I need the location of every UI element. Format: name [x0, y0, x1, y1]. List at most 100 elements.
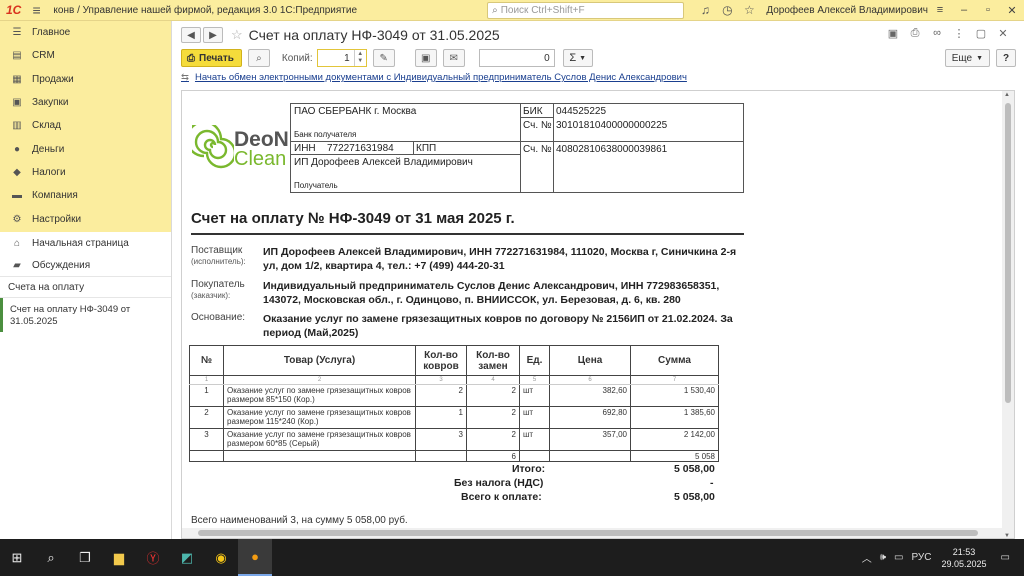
- forward-button[interactable]: ▶: [203, 27, 223, 43]
- envelope-icon: ✉: [449, 52, 458, 64]
- supplier-block: Поставщик (исполнитель): ИП Дорофеев Алек…: [191, 245, 751, 275]
- sidebar-item-warehouse[interactable]: ▥ Склад: [0, 114, 171, 137]
- spin-arrows-icon[interactable]: ▲ ▼: [353, 50, 366, 66]
- magnifier-icon: ⌕: [256, 52, 262, 64]
- sidebar-item-money[interactable]: ● Деньги: [0, 137, 171, 160]
- table-row[interactable]: 2 Оказание услуг по замене грязезащитных…: [189, 406, 719, 429]
- back-button[interactable]: ◀: [181, 27, 201, 43]
- notifications-icon[interactable]: ▭: [1001, 552, 1010, 563]
- favorite-star-icon[interactable]: ☆: [231, 27, 243, 43]
- sidebar-item-main[interactable]: ☰ Главное: [0, 21, 171, 44]
- chat-icon: ▰: [13, 259, 21, 271]
- inn-label: ИНН: [294, 143, 316, 154]
- yandex-browser-icon[interactable]: Ⓨ: [136, 539, 170, 576]
- total-label: Итого:: [512, 463, 546, 475]
- more-button[interactable]: Еще ▼: [944, 49, 990, 67]
- minimize-icon[interactable]: –: [952, 4, 976, 17]
- recipient-acc-label: Сч. №: [523, 144, 552, 155]
- to-pay-label: Всего к оплате:: [461, 491, 542, 503]
- task-view-icon[interactable]: ❐: [68, 539, 102, 576]
- recipient-name: ИП Дорофеев Алексей Владимирович: [294, 157, 473, 168]
- sidebar-item-sales[interactable]: ▦ Продажи: [0, 68, 171, 91]
- exchange-icon: ⇆: [181, 72, 189, 83]
- user-settings-icon[interactable]: ≡: [928, 4, 952, 17]
- global-search-input[interactable]: ⌕ Поиск Ctrl+Shift+F: [487, 1, 685, 19]
- sidebar-item-settings[interactable]: ⚙ Настройки: [0, 207, 171, 230]
- money-icon: ●: [13, 143, 21, 155]
- save-icon[interactable]: ▣: [882, 27, 904, 40]
- sidebar-item-purchases[interactable]: ▣ Закупки: [0, 91, 171, 114]
- main-menu-icon[interactable]: ≡: [26, 2, 48, 18]
- table-row[interactable]: 3 Оказание услуг по замене грязезащитных…: [189, 428, 719, 451]
- edit-button[interactable]: ✎: [372, 49, 395, 67]
- bank-caption: Банк получателя: [294, 130, 357, 139]
- sidebar-open-windows: ⌂ Начальная страница ▰ Обсуждения Счета на…: [0, 232, 171, 539]
- spreadsheet-document[interactable]: DeoN Clean ПАО СБЕРБАНК г. Москва Банк п…: [181, 90, 1015, 539]
- floppy-icon: ▣: [420, 52, 431, 64]
- recipient-caption: Получатель: [294, 181, 338, 190]
- arrow-right-icon: ▶: [209, 29, 217, 41]
- horizontal-scrollbar[interactable]: [182, 528, 1004, 538]
- sidebar-item-company[interactable]: ▬ Компания: [0, 184, 171, 207]
- help-button[interactable]: ?: [996, 49, 1016, 67]
- sum-dropdown[interactable]: Σ ▼: [562, 49, 593, 67]
- sidebar-item-crm[interactable]: ▤ CRM: [0, 44, 171, 67]
- sum-field[interactable]: 0: [478, 49, 555, 67]
- onec-active-window-icon[interactable]: ●: [238, 539, 272, 576]
- kpp-label: КПП: [416, 143, 437, 154]
- print-button[interactable]: ⎙ Печать: [181, 49, 242, 67]
- keyboard-lang[interactable]: РУС: [911, 552, 931, 563]
- scroll-up-icon[interactable]: ▲: [1004, 92, 1010, 98]
- preview-button[interactable]: ⌕: [247, 49, 270, 67]
- windows-start-icon[interactable]: ⊞: [0, 539, 34, 576]
- app-logo: 1С: [6, 3, 22, 17]
- link-icon[interactable]: ∞: [926, 27, 948, 40]
- company-icon: ▬: [12, 190, 22, 202]
- horizontal-scroll-thumb[interactable]: [198, 530, 978, 536]
- taskbar-search-icon[interactable]: ⌕: [34, 539, 68, 576]
- star-icon[interactable]: ☆: [738, 3, 760, 17]
- sidebar-home[interactable]: ⌂ Начальная страница: [0, 232, 171, 254]
- window-maximize-icon[interactable]: ▢: [970, 27, 992, 40]
- volume-icon[interactable]: 🕪: [880, 552, 886, 563]
- bell-icon[interactable]: ♫: [694, 3, 716, 17]
- more-menu-icon[interactable]: ⋮: [948, 27, 970, 40]
- supplier-sublabel: (исполнитель):: [191, 257, 246, 266]
- edo-exchange-link[interactable]: ⇆ Начать обмен электронными документами …: [181, 72, 687, 83]
- tray-chevron-icon[interactable]: ︿: [862, 550, 872, 565]
- current-user[interactable]: Дорофеев Алексей Владимирович: [766, 5, 928, 16]
- app-icon[interactable]: ◩: [170, 539, 204, 576]
- search-icon: ⌕: [492, 4, 498, 16]
- warehouse-icon: ▥: [12, 120, 22, 132]
- table-row[interactable]: 1 Оказание услуг по замене грязезащитных…: [189, 384, 719, 407]
- corr-acc-value: 30101810400000000225: [556, 120, 668, 131]
- bik-label: БИК: [523, 106, 543, 117]
- file-explorer-icon[interactable]: ▆: [102, 539, 136, 576]
- column-number-row: 1 2 3 4 5 6 7: [189, 375, 719, 385]
- maximize-icon[interactable]: ▫: [976, 4, 1000, 17]
- sidebar-group-invoices[interactable]: Счета на оплату: [0, 276, 171, 298]
- print-icon[interactable]: ⎙: [904, 27, 926, 40]
- onec-taskbar-icon[interactable]: ◉: [204, 539, 238, 576]
- history-icon[interactable]: ◷: [716, 3, 738, 17]
- col-header-price: Цена: [549, 345, 631, 376]
- send-email-button[interactable]: ✉: [442, 49, 465, 67]
- window-close-icon[interactable]: ✕: [992, 27, 1014, 40]
- vertical-scrollbar[interactable]: ▲ ▼: [1002, 91, 1014, 538]
- sidebar-discussions[interactable]: ▰ Обсуждения: [0, 254, 171, 276]
- items-count-summary: Всего наименований 3, на сумму 5 058,00 …: [191, 515, 408, 526]
- sidebar-item-taxes[interactable]: ◆ Налоги: [0, 161, 171, 184]
- copies-stepper[interactable]: 1 ▲ ▼: [316, 49, 367, 67]
- network-icon[interactable]: ▭: [894, 552, 903, 563]
- invoice-title: Счет на оплату № НФ-3049 от 31 мая 2025 …: [191, 210, 515, 227]
- save-file-button[interactable]: ▣: [414, 49, 437, 67]
- vertical-scroll-thumb[interactable]: [1005, 103, 1011, 403]
- edit-icon: ✎: [379, 52, 388, 64]
- sidebar: ☰ Главное ▤ CRM ▦ Продажи ▣ Закупки ▥ Склад ●…: [0, 21, 172, 539]
- basis-label: Основание:: [191, 312, 246, 323]
- close-icon[interactable]: ✕: [1000, 4, 1024, 17]
- buyer-label: Покупатель: [191, 279, 245, 290]
- sidebar-open-document[interactable]: Счет на оплату НФ-3049 от 31.05.2025: [0, 298, 171, 332]
- clock[interactable]: 21:53 29.05.2025: [942, 546, 987, 570]
- col-header-sum: Сумма: [630, 345, 719, 376]
